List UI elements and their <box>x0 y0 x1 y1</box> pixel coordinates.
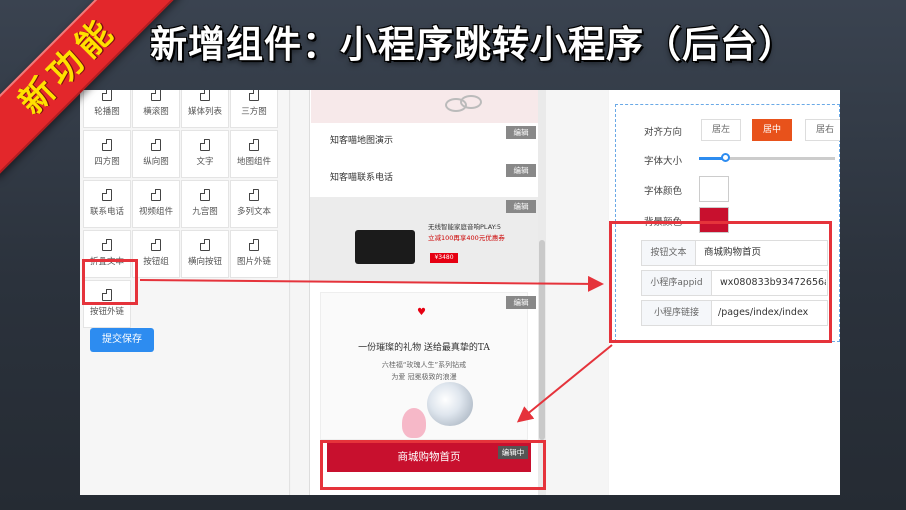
preview-scrollbar[interactable] <box>538 90 546 495</box>
document-icon <box>151 139 161 151</box>
document-icon <box>151 90 161 101</box>
document-icon <box>249 139 259 151</box>
align-left-button[interactable]: 居左 <box>701 119 741 141</box>
document-icon <box>151 239 161 251</box>
component-tile[interactable]: 九宫图 <box>181 180 229 228</box>
jewel-subline: 六桂福“玫瑰人生”系列钻戒 <box>381 361 467 369</box>
document-icon <box>200 239 210 251</box>
edit-tag[interactable]: 编辑 <box>506 296 536 309</box>
document-icon <box>102 90 112 101</box>
component-tile[interactable]: 视频组件 <box>132 180 180 228</box>
preview-pane: 知客喵地图演示 编辑 知客喵联系电话 编辑 编辑 无线智能家庭音响PLAY:5 … <box>291 90 608 495</box>
banner-image <box>311 90 539 123</box>
font-color-label: 字体颜色 <box>644 186 683 197</box>
component-label: 地图组件 <box>236 157 271 167</box>
component-tile[interactable]: 按钮组 <box>132 230 180 278</box>
angel-image <box>402 408 426 438</box>
document-icon <box>200 139 210 151</box>
component-label: 按钮外链 <box>89 307 124 317</box>
document-icon <box>102 189 112 201</box>
submit-save-button[interactable]: 提交保存 <box>90 328 154 352</box>
font-size-label: 字体大小 <box>644 156 683 167</box>
jewel-subline: 为爱 冠冕极致的浪漫 <box>391 373 457 381</box>
component-tile[interactable]: 三方图 <box>230 90 278 128</box>
component-tile[interactable]: 地图组件 <box>230 130 278 178</box>
product-promo: 立减100再享400元优惠券 <box>428 234 505 242</box>
component-label: 视频组件 <box>138 207 173 217</box>
document-icon <box>249 90 259 101</box>
component-label: 文字 <box>196 157 214 167</box>
align-label: 对齐方向 <box>644 127 683 138</box>
document-icon <box>102 139 112 151</box>
component-label: 联系电话 <box>89 207 124 217</box>
component-label: 图片外链 <box>236 257 271 267</box>
component-tile[interactable]: 四方图 <box>83 130 131 178</box>
ring-icon <box>460 95 482 109</box>
phone-contact-row[interactable]: 知客喵联系电话 <box>330 170 393 183</box>
edit-tag[interactable]: 编辑 <box>506 164 536 177</box>
document-icon <box>249 189 259 201</box>
map-demo-row[interactable]: 知客喵地图演示 <box>330 133 393 146</box>
component-label: 横滚图 <box>143 107 169 117</box>
heart-icon: ♥ <box>417 307 426 318</box>
component-label: 四方图 <box>94 157 120 167</box>
component-tile[interactable]: 文字 <box>181 130 229 178</box>
font-color-swatch[interactable] <box>699 176 729 202</box>
edit-tag[interactable]: 编辑 <box>506 200 536 213</box>
component-tile[interactable]: 媒体列表 <box>181 90 229 128</box>
component-tile[interactable]: 横向按钮 <box>181 230 229 278</box>
component-label: 轮播图 <box>94 107 120 117</box>
component-tile[interactable]: 纵向图 <box>132 130 180 178</box>
phone-preview: 知客喵地图演示 编辑 知客喵联系电话 编辑 编辑 无线智能家庭音响PLAY:5 … <box>309 90 540 495</box>
component-tile[interactable]: 横滚图 <box>132 90 180 128</box>
edit-tag[interactable]: 编辑 <box>506 126 536 139</box>
component-tile[interactable]: 轮播图 <box>83 90 131 128</box>
document-icon <box>200 90 210 101</box>
component-label: 纵向图 <box>143 157 169 167</box>
document-icon <box>249 239 259 251</box>
document-icon <box>151 189 161 201</box>
diamond-ring-image <box>427 382 473 426</box>
highlight-box-settings <box>609 221 832 343</box>
component-label: 按钮组 <box>143 257 169 267</box>
highlight-box-component <box>82 259 138 305</box>
highlight-box-preview-button <box>320 440 546 490</box>
document-icon <box>200 189 210 201</box>
component-label: 多列文本 <box>236 207 271 217</box>
document-icon <box>102 239 112 251</box>
align-center-button[interactable]: 居中 <box>752 119 792 141</box>
component-label: 九宫图 <box>192 207 218 217</box>
scrollbar-thumb[interactable] <box>539 240 545 440</box>
product-price: ¥3480 <box>430 253 458 263</box>
page-title: 新增组件：小程序跳转小程序（后台） <box>150 23 796 66</box>
component-tile[interactable]: 多列文本 <box>230 180 278 228</box>
speaker-image <box>355 230 415 264</box>
component-tile[interactable]: 联系电话 <box>83 180 131 228</box>
jewel-headline: 一份璀璨的礼物 送给最真挚的TA <box>358 343 490 353</box>
align-right-button[interactable]: 居右 <box>805 119 840 141</box>
product-title: 无线智能家庭音响PLAY:5 <box>428 223 502 231</box>
component-label: 媒体列表 <box>187 107 222 117</box>
component-label: 三方图 <box>241 107 267 117</box>
component-label: 横向按钮 <box>187 257 222 267</box>
component-tile[interactable]: 图片外链 <box>230 230 278 278</box>
